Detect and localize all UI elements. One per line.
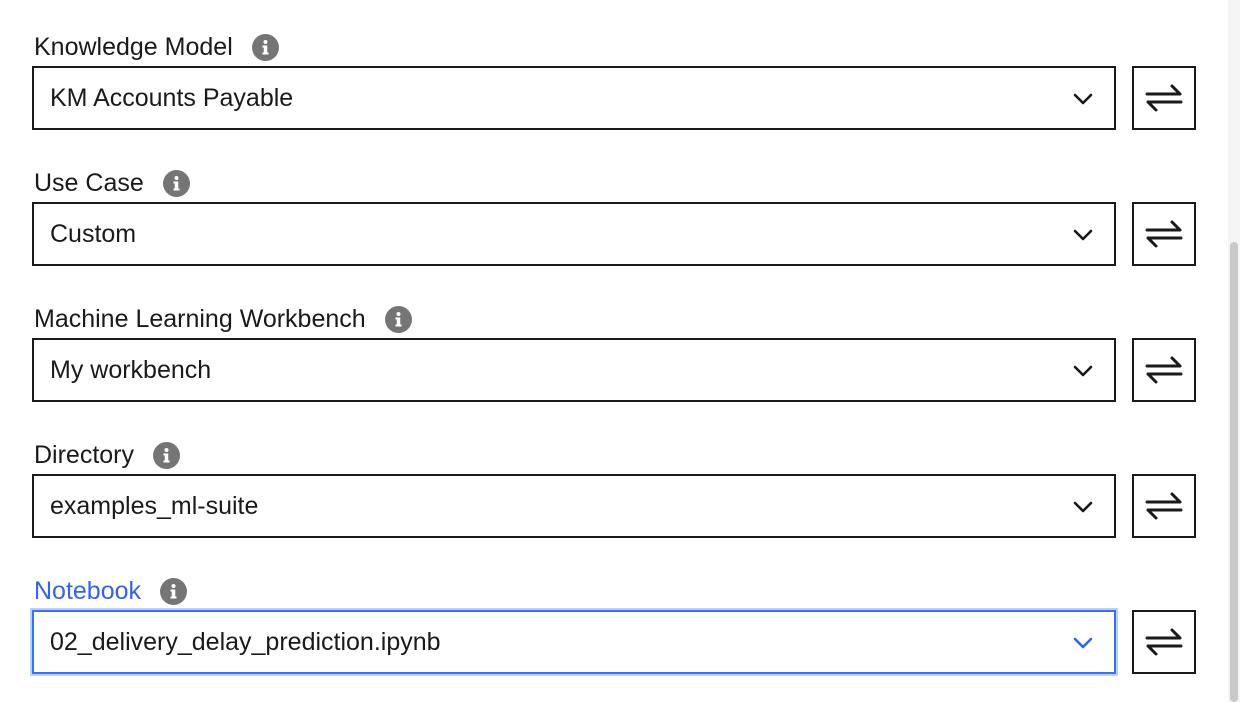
scrollbar-thumb[interactable] — [1230, 242, 1238, 702]
swap-button[interactable] — [1132, 66, 1196, 130]
field-label-row: Machine Learning Workbench — [34, 304, 412, 334]
swap-arrows-icon — [1145, 492, 1183, 520]
chevron-down-icon — [1073, 637, 1093, 649]
chevron-down-icon — [1073, 93, 1093, 105]
swap-arrows-icon — [1145, 84, 1183, 112]
form-panel: Knowledge Model KM Accounts Payable Use … — [0, 0, 1228, 702]
selected-value: 02_delivery_delay_prediction.ipynb — [50, 628, 441, 656]
swap-button[interactable] — [1132, 474, 1196, 538]
use-case-select[interactable]: Custom — [32, 202, 1116, 266]
field-label: Notebook — [34, 576, 142, 605]
chevron-down-icon — [1073, 229, 1093, 241]
field-label: Knowledge Model — [34, 32, 233, 61]
chevron-down-icon — [1073, 365, 1093, 377]
field-label: Directory — [34, 440, 135, 469]
field-label: Machine Learning Workbench — [34, 304, 366, 333]
swap-button[interactable] — [1132, 202, 1196, 266]
info-icon[interactable] — [384, 305, 412, 333]
selected-value: examples_ml-suite — [50, 492, 259, 520]
selected-value: My workbench — [50, 356, 212, 384]
info-icon[interactable] — [153, 441, 181, 469]
directory-select[interactable]: examples_ml-suite — [32, 474, 1116, 538]
field-label-row: Use Case — [34, 168, 190, 198]
vertical-scrollbar[interactable] — [1228, 0, 1240, 702]
info-icon[interactable] — [160, 577, 188, 605]
knowledge-model-select[interactable]: KM Accounts Payable — [32, 66, 1116, 130]
ml-workbench-select[interactable]: My workbench — [32, 338, 1116, 402]
info-icon[interactable] — [162, 169, 190, 197]
field-label: Use Case — [34, 168, 144, 197]
field-label-row: Directory — [34, 440, 181, 470]
field-label-row: Knowledge Model — [34, 32, 279, 62]
swap-arrows-icon — [1145, 628, 1183, 656]
selected-value: KM Accounts Payable — [50, 84, 294, 112]
field-label-row: Notebook — [34, 576, 188, 606]
selected-value: Custom — [50, 220, 137, 248]
info-icon[interactable] — [251, 33, 279, 61]
swap-button[interactable] — [1132, 610, 1196, 674]
swap-arrows-icon — [1145, 220, 1183, 248]
swap-button[interactable] — [1132, 338, 1196, 402]
notebook-select[interactable]: 02_delivery_delay_prediction.ipynb — [32, 610, 1116, 674]
chevron-down-icon — [1073, 501, 1093, 513]
swap-arrows-icon — [1145, 356, 1183, 384]
